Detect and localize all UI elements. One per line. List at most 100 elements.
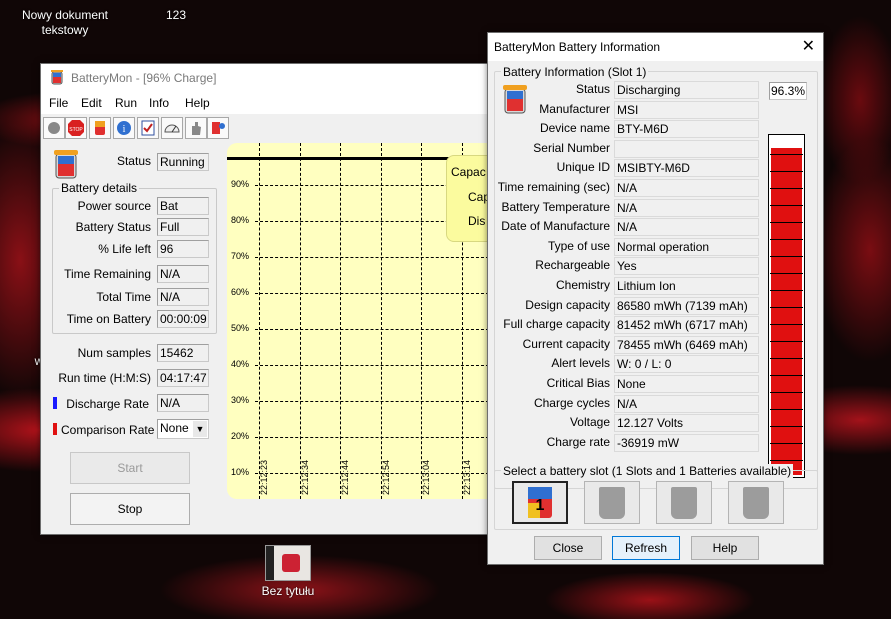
desktop-icon-label: Bez tytułu [261,584,315,598]
info-row-value: Normal operation [614,237,759,256]
run-time-field: 04:17:47 [157,369,209,387]
record-icon[interactable] [43,117,65,139]
close-button[interactable]: Close [534,536,602,560]
gauge-segment [770,426,803,427]
menu-file[interactable]: File [49,96,68,110]
info-row-value: N/A [614,218,759,237]
settings-icon[interactable] [207,117,229,139]
battery-icon[interactable] [89,117,111,139]
main-title-bar[interactable]: BatteryMon - [96% Charge] [41,64,496,92]
charge-gauge [768,134,805,478]
image-file-icon[interactable] [265,545,311,581]
info-row-label: Charge rate [546,434,610,449]
info-row-label: Date of Manufacture [501,219,610,234]
gauge-segment [770,256,803,257]
info-row-value: 12.127 Volts [614,414,759,433]
battery-info-group-title: Battery Information (Slot 1) [501,65,649,79]
empty-battery-icon [743,487,769,519]
menu-run[interactable]: Run [115,96,137,110]
detail-label: % Life left [98,242,151,256]
hand-icon[interactable] [185,117,207,139]
empty-battery-icon [599,487,625,519]
legend-item: Dis [468,214,486,228]
info-row-label: Serial Number [533,140,610,155]
detail-label: Battery Status [75,220,151,234]
info-row-value: MSIBTY-M6D [614,159,759,178]
desktop-icon-new-text-document[interactable]: Nowy dokument tekstowy [10,8,120,38]
info-row-value: -36919 mW [614,433,759,452]
info-row-value: N/A [614,179,759,197]
stop-button[interactable]: Stop [70,493,190,525]
gauge-segment [770,460,803,461]
graph-gridline [255,257,489,258]
detail-value: 00:00:09 [157,310,209,328]
start-button[interactable]: Start [70,452,190,484]
info-row-value: None [614,375,759,393]
graph-gridline [255,437,489,438]
num-samples-field: 15462 [157,344,209,362]
detail-value: N/A [157,288,209,306]
y-tick-label: 50% [231,323,250,333]
gauge-segment [770,290,803,291]
detail-label: Time Remaining [64,267,151,281]
info-row-value: Yes [614,257,759,276]
gauge-segment [770,222,803,223]
battery-slot-1[interactable]: 1 [512,481,568,524]
gauge-segment [770,324,803,325]
close-icon[interactable]: ✕ [802,36,815,56]
info-row-label: Chemistry [555,278,610,292]
info-row-value: Lithium Ion [614,277,759,295]
graph-gridline [255,473,489,474]
y-tick-label: 90% [231,179,250,189]
empty-battery-icon [671,487,697,519]
info-row-label: Design capacity [525,297,610,312]
batterymon-app-icon [51,70,63,85]
stop-icon[interactable]: STOP [65,117,87,139]
info-row-value: BTY-M6D [614,120,759,139]
info-row-value: 78455 mWh (6469 mAh) [614,335,759,354]
y-tick-label: 60% [231,287,250,297]
graph-gridline [380,143,382,499]
menu-info[interactable]: Info [149,96,169,110]
info-row-value: MSI [614,100,759,119]
desktop-icon-123[interactable]: 123 [150,8,202,23]
toolbar: STOP i [41,114,496,142]
graph-gridline [255,365,489,366]
gauge-segment [770,341,803,342]
info-row-label: Type of use [547,238,610,253]
info-row-label: Full charge capacity [503,317,610,332]
battery-slot-2[interactable] [584,481,640,524]
battery-info-window: BatteryMon Battery Information ✕ Battery… [487,32,824,565]
info-title-bar[interactable]: BatteryMon Battery Information ✕ [488,33,823,61]
info-row-label: Manufacturer [539,101,610,116]
x-tick-label: 22:12:34 [299,459,310,495]
gauge-icon[interactable] [161,117,183,139]
comparison-rate-select[interactable]: None ▼ [157,419,209,439]
refresh-button[interactable]: Refresh [612,536,680,560]
graph-gridline [259,143,260,499]
slot-number: 1 [536,497,545,514]
battery-details-title: Battery details [59,181,140,195]
chevron-down-icon[interactable]: ▼ [193,421,207,437]
gauge-segment [770,205,803,206]
info-row-value: N/A [614,198,759,217]
discharge-rate-label: Discharge Rate [66,397,149,411]
info-row-label: Status [575,82,610,96]
menu-help[interactable]: Help [185,96,210,110]
desktop-icon-bez-tytulu[interactable]: Bez tytułu [248,584,328,599]
desktop-icon-label: 123 [165,8,187,22]
graph-gridline [421,143,422,499]
menu-edit[interactable]: Edit [81,96,102,110]
graph-gridline [255,401,489,402]
battery-info-icon[interactable]: i [113,117,135,139]
legend-item: Capac [451,165,486,179]
status-field: Running [157,153,209,171]
battery-slot-3[interactable] [656,481,712,524]
battery-slot-4[interactable] [728,481,784,524]
gauge-segment [770,375,803,376]
help-button[interactable]: Help [691,536,759,560]
x-tick-label: 22:12:44 [340,459,350,495]
graph-charge-line [227,157,467,160]
discharge-rate-field: N/A [157,394,209,412]
checklist-icon[interactable] [137,117,159,139]
